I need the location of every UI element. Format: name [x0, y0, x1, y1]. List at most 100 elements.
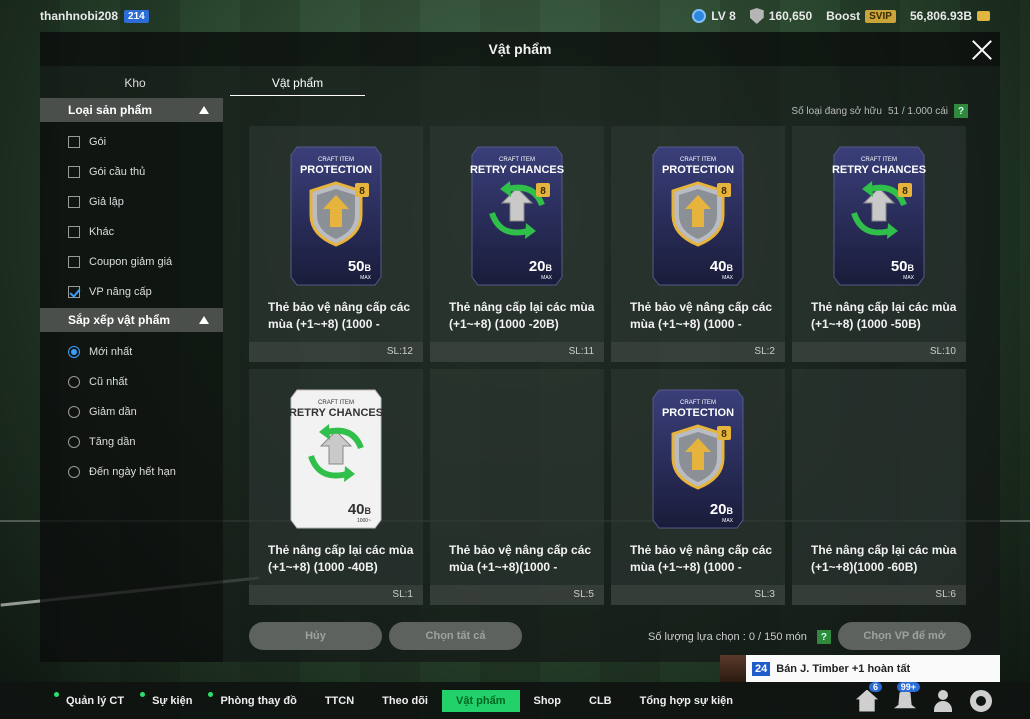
user-badge: 214	[124, 9, 149, 23]
cancel-button[interactable]: Hủy	[249, 622, 382, 650]
sort-option[interactable]: Cũ nhất	[40, 367, 223, 397]
svg-text:8: 8	[540, 186, 546, 197]
item-name: Thẻ nâng cấp lại các mùa (+1~+8) (1000 -…	[268, 543, 414, 574]
item-card[interactable]: CRAFT ITEM RETRY CHANCES 8 20B MAX Thẻ n…	[430, 126, 604, 362]
category-section-header[interactable]: Loại sản phẩm	[40, 98, 223, 122]
boost-display[interactable]: Boost SVIP	[826, 9, 896, 23]
level-display: LV 8	[692, 9, 736, 23]
nav-item[interactable]: Phòng thay đồ	[206, 690, 310, 712]
item-card[interactable]: Thẻ nâng cấp lại các mùa (+1~+8)(1000 -6…	[792, 369, 966, 605]
bell-icon	[894, 689, 916, 709]
nav-item-label: Sự kiện	[152, 694, 193, 707]
nav-item[interactable]: TTCN	[311, 690, 368, 712]
svg-text:RETRY CHANCES: RETRY CHANCES	[470, 164, 564, 176]
sort-option-label: Đến ngày hết hạn	[89, 466, 176, 478]
category-filter-option[interactable]: Gói	[40, 127, 223, 157]
help-icon[interactable]: ?	[816, 630, 831, 644]
level-icon	[692, 9, 707, 23]
nav-item[interactable]: Theo dõi	[368, 690, 442, 712]
craft-card-art: CRAFT ITEM RETRY CHANCES 40B 1000~	[289, 389, 383, 529]
category-filter-option[interactable]: Gói cầu thủ	[40, 157, 223, 187]
boost-label: Boost	[826, 9, 861, 23]
item-card[interactable]: Thẻ bảo vệ nâng cấp các mùa (+1~+8)(1000…	[430, 369, 604, 605]
open-selected-button[interactable]: Chọn VP để mở	[838, 622, 971, 650]
checkbox[interactable]	[68, 226, 80, 238]
checkbox[interactable]	[68, 196, 80, 208]
checkbox[interactable]	[68, 256, 80, 268]
nav-item[interactable]: Shop	[520, 690, 576, 712]
category-filter-label: Khác	[89, 226, 115, 238]
nav-item[interactable]: Quản lý CT	[52, 690, 138, 712]
nav-item[interactable]: Tổng hợp sự kiện	[626, 690, 747, 712]
sort-section-header[interactable]: Sắp xếp vật phẩm	[40, 308, 223, 332]
item-card[interactable]: CRAFT ITEM PROTECTION 8 50B MAX Thẻ bảo …	[249, 126, 423, 362]
radio-button[interactable]	[68, 376, 80, 388]
craft-card-art: CRAFT ITEM PROTECTION 8 40B MAX	[652, 146, 744, 286]
gear-icon[interactable]	[970, 689, 992, 712]
balance-display: 56,806.93B	[910, 9, 990, 23]
item-card[interactable]: CRAFT ITEM PROTECTION 8 20B MAX Thẻ bảo …	[611, 369, 785, 605]
svg-text:8: 8	[359, 186, 365, 197]
category-filter-option[interactable]: Khác	[40, 217, 223, 247]
category-filter-option[interactable]: Coupon giảm giá	[40, 247, 223, 277]
category-filter-option[interactable]: VP nâng cấp	[40, 277, 223, 307]
selection-count: Số lượng lựa chọn : 0 / 150 món ?	[648, 630, 831, 644]
craft-card-art: CRAFT ITEM PROTECTION 8 50B MAX	[290, 146, 382, 286]
select-all-button[interactable]: Chọn tất cả	[389, 622, 522, 650]
team-value-text: 160,650	[768, 9, 813, 23]
item-quantity: SL:5	[430, 585, 604, 605]
craft-card-art: CRAFT ITEM RETRY CHANCES 8 20B MAX	[470, 146, 564, 286]
items-grid: CRAFT ITEM PROTECTION 8 50B MAX Thẻ bảo …	[249, 126, 969, 605]
item-name: Thẻ bảo vệ nâng cấp các mùa (+1~+8)(1000…	[449, 543, 592, 574]
profile-icon[interactable]	[932, 689, 954, 712]
svg-text:MAX: MAX	[541, 275, 553, 281]
sort-option-label: Tăng dần	[89, 436, 136, 448]
sort-option[interactable]: Đến ngày hết hạn	[40, 457, 223, 487]
checkbox[interactable]	[68, 136, 80, 148]
svg-text:CRAFT ITEM: CRAFT ITEM	[318, 400, 354, 406]
collapse-triangle-icon	[199, 106, 209, 114]
sort-option[interactable]: Giảm dần	[40, 397, 223, 427]
nav-item-label: Vật phẩm	[455, 694, 506, 707]
svg-text:CRAFT ITEM: CRAFT ITEM	[499, 157, 535, 163]
item-card[interactable]: CRAFT ITEM PROTECTION 8 40B MAX Thẻ bảo …	[611, 126, 785, 362]
home-button[interactable]: 6	[856, 681, 882, 712]
top-bar: thanhnobi208 214 LV 8 160,650 Boost SVIP…	[0, 0, 1030, 32]
category-filter-option[interactable]: Giả lập	[40, 187, 223, 217]
tab-inventory[interactable]: Kho	[40, 70, 230, 96]
sort-option-label: Cũ nhất	[89, 376, 128, 388]
sort-option[interactable]: Tăng dần	[40, 427, 223, 457]
item-card[interactable]: CRAFT ITEM RETRY CHANCES 40B 1000~ Thẻ n…	[249, 369, 423, 605]
item-card[interactable]: CRAFT ITEM RETRY CHANCES 8 50B MAX Thẻ n…	[792, 126, 966, 362]
radio-button[interactable]	[68, 466, 80, 478]
category-filter-label: Coupon giảm giá	[89, 256, 173, 268]
tab-items[interactable]: Vật phẩm	[230, 70, 365, 96]
nav-item[interactable]: CLB	[575, 690, 626, 712]
radio-button[interactable]	[68, 346, 80, 358]
player-number: 24	[752, 661, 771, 676]
checkbox[interactable]	[68, 286, 80, 298]
item-name: Thẻ nâng cấp lại các mùa (+1~+8)(1000 -6…	[811, 543, 957, 574]
close-icon[interactable]	[968, 36, 996, 64]
svg-text:MAX: MAX	[722, 275, 734, 281]
item-quantity: SL:3	[611, 585, 785, 605]
modal-title: Vật phẩm	[488, 41, 552, 57]
help-icon[interactable]: ?	[954, 104, 968, 118]
item-image	[470, 386, 564, 532]
nav-item[interactable]: Sự kiện	[138, 690, 206, 712]
item-name: Thẻ bảo vệ nâng cấp các mùa (+1~+8) (100…	[630, 300, 773, 331]
svg-text:RETRY CHANCES: RETRY CHANCES	[289, 407, 383, 419]
radio-button[interactable]	[68, 406, 80, 418]
sort-option[interactable]: Mới nhất	[40, 337, 223, 367]
owned-value: 51 / 1.000 cái	[887, 105, 948, 117]
item-name: Thẻ bảo vệ nâng cấp các mùa (+1~+8) (100…	[268, 300, 411, 331]
notifications-button[interactable]: 99+	[894, 681, 920, 712]
checkbox[interactable]	[68, 166, 80, 178]
svg-text:CRAFT ITEM: CRAFT ITEM	[318, 157, 354, 163]
svg-text:CRAFT ITEM: CRAFT ITEM	[861, 157, 897, 163]
radio-button[interactable]	[68, 436, 80, 448]
nav-item-label: Shop	[533, 694, 562, 707]
level-text: LV 8	[711, 9, 736, 23]
nav-item[interactable]: Vật phẩm	[441, 689, 520, 712]
coin-icon	[977, 11, 990, 21]
